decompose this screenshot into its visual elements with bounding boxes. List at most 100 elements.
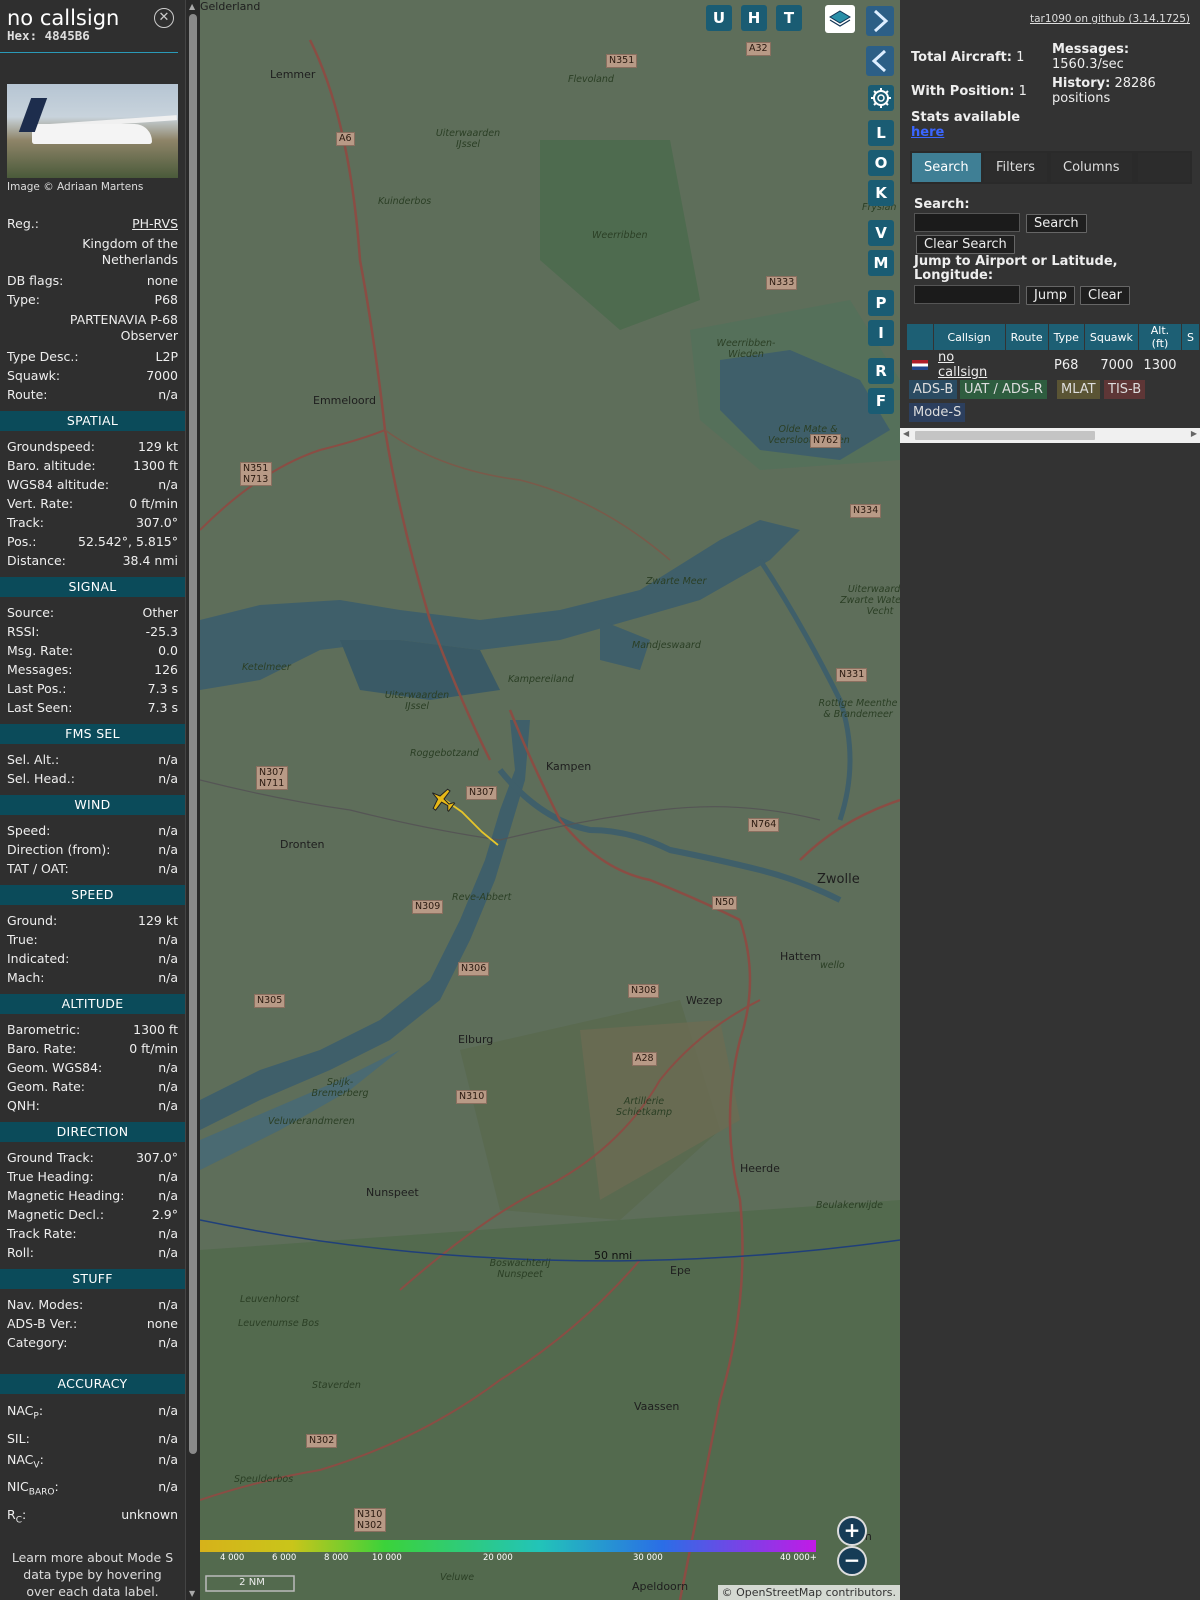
road-shield: A32: [746, 42, 771, 56]
col-type[interactable]: Type: [1048, 324, 1085, 350]
info-label[interactable]: NACV:: [7, 1449, 44, 1477]
toggle-f-button[interactable]: F: [868, 388, 894, 414]
tab-filters[interactable]: Filters: [984, 153, 1047, 182]
map-place-label: Emmeloord: [313, 394, 376, 407]
search-button[interactable]: Search: [1026, 214, 1087, 233]
info-label[interactable]: True Heading:: [7, 1167, 94, 1186]
col-squawk[interactable]: Squawk: [1084, 324, 1139, 350]
stats-link[interactable]: here: [911, 125, 1020, 140]
info-label[interactable]: True:: [7, 930, 38, 949]
info-label[interactable]: Direction (from):: [7, 840, 111, 859]
info-label[interactable]: Magnetic Decl.:: [7, 1205, 104, 1224]
map-place-label: Spijk-Bremerberg: [311, 1077, 369, 1099]
info-label[interactable]: Speed:: [7, 821, 50, 840]
info-label[interactable]: Sel. Head.:: [7, 769, 75, 788]
col-flag[interactable]: [907, 324, 934, 350]
info-label[interactable]: TAT / OAT:: [7, 859, 69, 878]
table-scrollbar[interactable]: ◀ ▶: [900, 428, 1200, 443]
info-label[interactable]: Msg. Rate:: [7, 641, 73, 660]
info-scrollbar[interactable]: ▲ ▼: [185, 0, 200, 1600]
info-row: Geom. Rate: n/a: [7, 1077, 178, 1096]
col-speed[interactable]: S: [1181, 324, 1200, 350]
row-callsign[interactable]: no callsign: [933, 350, 1005, 380]
info-label[interactable]: QNH:: [7, 1096, 40, 1115]
layers-icon[interactable]: [825, 5, 855, 33]
info-label[interactable]: Nav. Modes:: [7, 1295, 83, 1314]
chevron-right-icon[interactable]: [866, 6, 894, 36]
info-label[interactable]: Roll:: [7, 1243, 34, 1262]
info-label[interactable]: Geom. WGS84:: [7, 1058, 102, 1077]
info-label[interactable]: Track Rate:: [7, 1224, 77, 1243]
chevron-left-icon[interactable]: [866, 46, 894, 76]
info-label[interactable]: RC:: [7, 1504, 26, 1532]
toggle-p-button[interactable]: P: [868, 290, 894, 316]
zoom-in-button[interactable]: +: [837, 1516, 867, 1546]
toggle-m-button[interactable]: M: [868, 250, 894, 276]
info-label[interactable]: Sel. Alt.:: [7, 750, 59, 769]
info-label[interactable]: ADS-B Ver.:: [7, 1314, 77, 1333]
info-label[interactable]: Geom. Rate:: [7, 1077, 85, 1096]
registration-link[interactable]: PH-RVS: [132, 214, 178, 233]
info-label[interactable]: Ground:: [7, 911, 57, 930]
map-attribution[interactable]: © OpenStreetMap contributors.: [717, 1585, 900, 1600]
toggle-t-button[interactable]: T: [776, 5, 802, 31]
jump-button[interactable]: Jump: [1026, 286, 1075, 305]
clear-button[interactable]: Clear: [1080, 286, 1130, 305]
toggle-o-button[interactable]: O: [868, 150, 894, 176]
info-label[interactable]: Baro. altitude:: [7, 456, 96, 475]
info-label[interactable]: Distance:: [7, 551, 66, 570]
info-row: Type: P68: [7, 290, 178, 309]
tab-columns[interactable]: Columns: [1051, 153, 1132, 182]
info-label[interactable]: Barometric:: [7, 1020, 80, 1039]
jump-input[interactable]: [914, 285, 1020, 304]
tab-extra[interactable]: [1138, 153, 1190, 182]
info-label[interactable]: Last Seen:: [7, 698, 72, 717]
toggle-i-button[interactable]: I: [868, 320, 894, 346]
col-callsign[interactable]: Callsign: [933, 324, 1006, 350]
info-label[interactable]: Messages:: [7, 660, 73, 679]
map-view[interactable]: Lemmer Emmeloord Dronten Kampen Zwolle Hattem…: [200, 0, 900, 1600]
info-label[interactable]: Category:: [7, 1333, 67, 1352]
tab-search[interactable]: Search: [912, 153, 981, 182]
info-label[interactable]: RSSI:: [7, 622, 39, 641]
toggle-h-button[interactable]: H: [741, 5, 767, 31]
info-label[interactable]: Groundspeed:: [7, 437, 95, 456]
info-label-sub: P: [33, 1411, 39, 1422]
table-row[interactable]: no callsign P68 7000 1300: [907, 350, 1200, 380]
nl-flag-icon: [907, 350, 933, 380]
info-value: 129 kt: [138, 913, 178, 928]
info-label[interactable]: Pos.:: [7, 532, 36, 551]
aircraft-photo[interactable]: [7, 84, 178, 178]
info-label[interactable]: NACP:: [7, 1400, 43, 1428]
info-label[interactable]: Source:: [7, 603, 54, 622]
toggle-v-button[interactable]: V: [868, 220, 894, 246]
col-altitude[interactable]: Alt. (ft): [1138, 324, 1183, 350]
toggle-u-button[interactable]: U: [706, 5, 732, 31]
info-label[interactable]: Magnetic Heading:: [7, 1186, 124, 1205]
col-route[interactable]: Route: [1005, 324, 1049, 350]
close-icon[interactable]: ✕: [154, 8, 174, 28]
toggle-k-button[interactable]: K: [868, 180, 894, 206]
toggle-l-button[interactable]: L: [868, 120, 894, 146]
info-value: L2P: [155, 349, 178, 364]
info-label[interactable]: Baro. Rate:: [7, 1039, 76, 1058]
gear-icon[interactable]: [868, 85, 894, 111]
info-label[interactable]: Track:: [7, 513, 44, 532]
info-label[interactable]: Vert. Rate:: [7, 494, 73, 513]
info-label[interactable]: Ground Track:: [7, 1148, 94, 1167]
aircraft-table: Callsign Route Type Squawk Alt. (ft) S n…: [907, 324, 1200, 380]
search-input[interactable]: [914, 213, 1020, 232]
toggle-r-button[interactable]: R: [868, 358, 894, 384]
info-label[interactable]: Mach:: [7, 968, 44, 987]
github-link[interactable]: tar1090 on github (3.14.1725): [1030, 13, 1190, 25]
map-place-label: Rottige Meenthe & Brandemeer: [818, 698, 898, 720]
total-aircraft: Total Aircraft: 1: [911, 50, 1024, 65]
zoom-out-button[interactable]: −: [837, 1546, 867, 1576]
info-label[interactable]: Last Pos.:: [7, 679, 66, 698]
info-label[interactable]: NICBARO:: [7, 1476, 59, 1504]
info-label[interactable]: WGS84 altitude:: [7, 475, 109, 494]
clear-search-button[interactable]: Clear Search: [916, 235, 1015, 254]
info-value: none: [146, 273, 178, 288]
info-label[interactable]: Indicated:: [7, 949, 69, 968]
info-label[interactable]: SIL:: [7, 1428, 30, 1449]
